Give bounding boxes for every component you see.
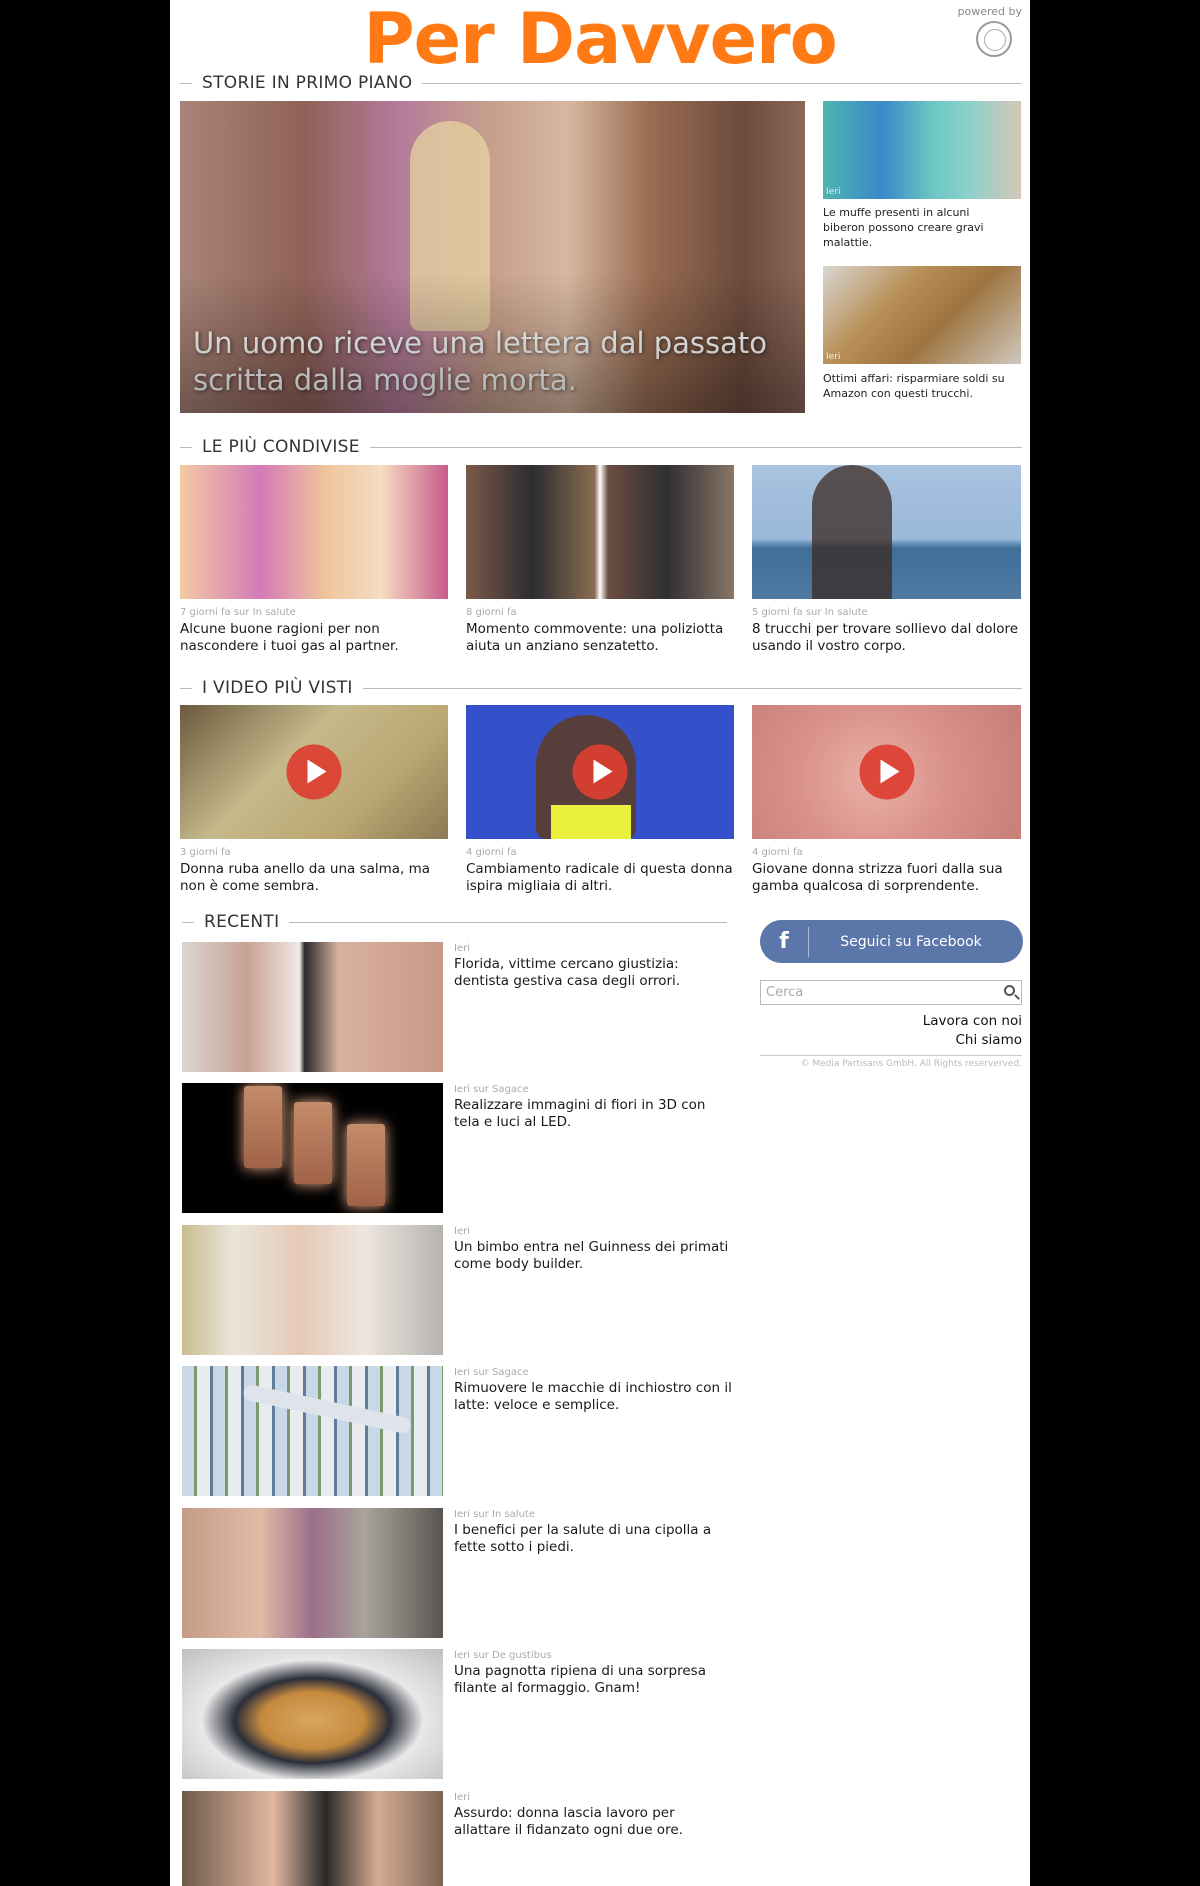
- search-icon[interactable]: [1004, 985, 1015, 996]
- page: Per Davvero powered by STORIE IN PRIMO P…: [170, 0, 1030, 1886]
- video-title-3[interactable]: Giovane donna strizza fuori dalla sua ga…: [752, 861, 1024, 895]
- side-story-title-1[interactable]: Le muffe presenti in alcuni biberon poss…: [823, 205, 1013, 250]
- hero-story[interactable]: Un uomo riceve una lettera dal passato s…: [180, 101, 805, 413]
- section-title: STORIE IN PRIMO PIANO: [202, 73, 413, 93]
- facebook-follow-label: Seguici su Facebook: [840, 933, 982, 950]
- story-meta: Ieri: [454, 943, 470, 954]
- section-header-featured: STORIE IN PRIMO PIANO: [180, 71, 1022, 95]
- facebook-follow-button[interactable]: f Seguici su Facebook: [760, 920, 1023, 963]
- video-thumbnail-2[interactable]: [466, 705, 734, 839]
- recent-story-image-7[interactable]: [182, 1791, 443, 1886]
- recent-story-title-5[interactable]: I benefici per la salute di una cipolla …: [454, 1522, 734, 1556]
- story-meta: Ieri: [454, 1792, 470, 1803]
- section-title: RECENTI: [204, 912, 280, 932]
- work-with-us-link[interactable]: Lavora con noi: [923, 1013, 1022, 1029]
- video-title-1[interactable]: Donna ruba anello da una salma, ma non è…: [180, 861, 452, 895]
- recent-story-title-4[interactable]: Rimuovere le macchie di inchiostro con i…: [454, 1380, 734, 1414]
- story-meta: 4 giorni fa: [752, 847, 803, 858]
- recent-story-title-3[interactable]: Un bimbo entra nel Guinness dei primati …: [454, 1239, 734, 1273]
- hero-story-title[interactable]: Un uomo riceve una lettera dal passato s…: [193, 325, 785, 399]
- story-meta: Ieri sur Sagace: [454, 1084, 529, 1095]
- side-story-image-1[interactable]: Ieri: [823, 101, 1021, 199]
- section-title: LE PIÙ CONDIVISE: [202, 437, 360, 457]
- section-header-videos: I VIDEO PIÙ VISTI: [180, 676, 1022, 700]
- shared-story-image-2[interactable]: [466, 465, 734, 599]
- story-meta: Ieri sur In salute: [454, 1509, 536, 1520]
- recent-story-image-5[interactable]: [182, 1508, 443, 1638]
- play-icon[interactable]: [859, 744, 914, 800]
- search-input[interactable]: [761, 981, 991, 1004]
- section-title: I VIDEO PIÙ VISTI: [202, 678, 353, 698]
- copyright-text: © Media Partisans GmbH. All Rights reser…: [800, 1059, 1023, 1069]
- recent-story-image-3[interactable]: [182, 1225, 443, 1355]
- facebook-icon: f: [779, 929, 789, 954]
- recent-story-image-2[interactable]: [182, 1083, 443, 1213]
- story-meta: Ieri sur Sagace: [454, 1367, 529, 1378]
- shared-story-title-1[interactable]: Alcune buone ragioni per non nascondere …: [180, 621, 452, 655]
- search-box[interactable]: [760, 980, 1022, 1005]
- shared-story-title-2[interactable]: Momento commovente: una poliziotta aiuta…: [466, 621, 738, 655]
- recent-story-title-6[interactable]: Una pagnotta ripiena di una sorpresa fil…: [454, 1663, 734, 1697]
- video-title-2[interactable]: Cambiamento radicale di questa donna isp…: [466, 861, 738, 895]
- side-story-image-2[interactable]: Ieri: [823, 266, 1021, 364]
- side-story-stamp: Ieri: [826, 187, 841, 197]
- play-icon[interactable]: [572, 744, 628, 800]
- video-thumbnail-3[interactable]: [752, 705, 1021, 839]
- section-header-shared: LE PIÙ CONDIVISE: [180, 435, 1022, 459]
- story-meta: Ieri: [454, 1226, 470, 1237]
- divider: [760, 1055, 1022, 1056]
- video-thumbnail-1[interactable]: [180, 705, 448, 839]
- side-story-title-2[interactable]: Ottimi affari: risparmiare soldi su Amaz…: [823, 371, 1013, 401]
- recent-story-image-4[interactable]: [182, 1366, 443, 1496]
- partner-seal-logo[interactable]: [976, 21, 1012, 57]
- shared-story-image-1[interactable]: [180, 465, 448, 599]
- side-story-stamp: Ieri: [826, 352, 841, 362]
- story-meta: 7 giorni fa sur In salute: [180, 607, 296, 618]
- story-meta: Ieri sur De gustibus: [454, 1650, 552, 1661]
- shared-story-image-3[interactable]: [752, 465, 1021, 599]
- recent-story-image-1[interactable]: [182, 942, 443, 1072]
- play-icon[interactable]: [286, 744, 342, 800]
- story-meta: 8 giorni fa: [466, 607, 517, 618]
- recent-story-title-2[interactable]: Realizzare immagini di fiori in 3D con t…: [454, 1097, 734, 1131]
- story-meta: 4 giorni fa: [466, 847, 517, 858]
- recent-story-image-6[interactable]: [182, 1649, 443, 1779]
- powered-by-label: powered by: [957, 5, 1023, 18]
- section-header-recent: RECENTI: [182, 910, 727, 934]
- site-logo[interactable]: Per Davvero: [170, 0, 1030, 78]
- recent-story-title-1[interactable]: Florida, vittime cercano giustizia: dent…: [454, 956, 734, 990]
- story-meta: 5 giorni fa sur In salute: [752, 607, 868, 618]
- story-meta: 3 giorni fa: [180, 847, 231, 858]
- recent-story-title-7[interactable]: Assurdo: donna lascia lavoro per allatta…: [454, 1805, 734, 1839]
- shared-story-title-3[interactable]: 8 trucchi per trovare sollievo dal dolor…: [752, 621, 1024, 655]
- about-us-link[interactable]: Chi siamo: [956, 1032, 1023, 1048]
